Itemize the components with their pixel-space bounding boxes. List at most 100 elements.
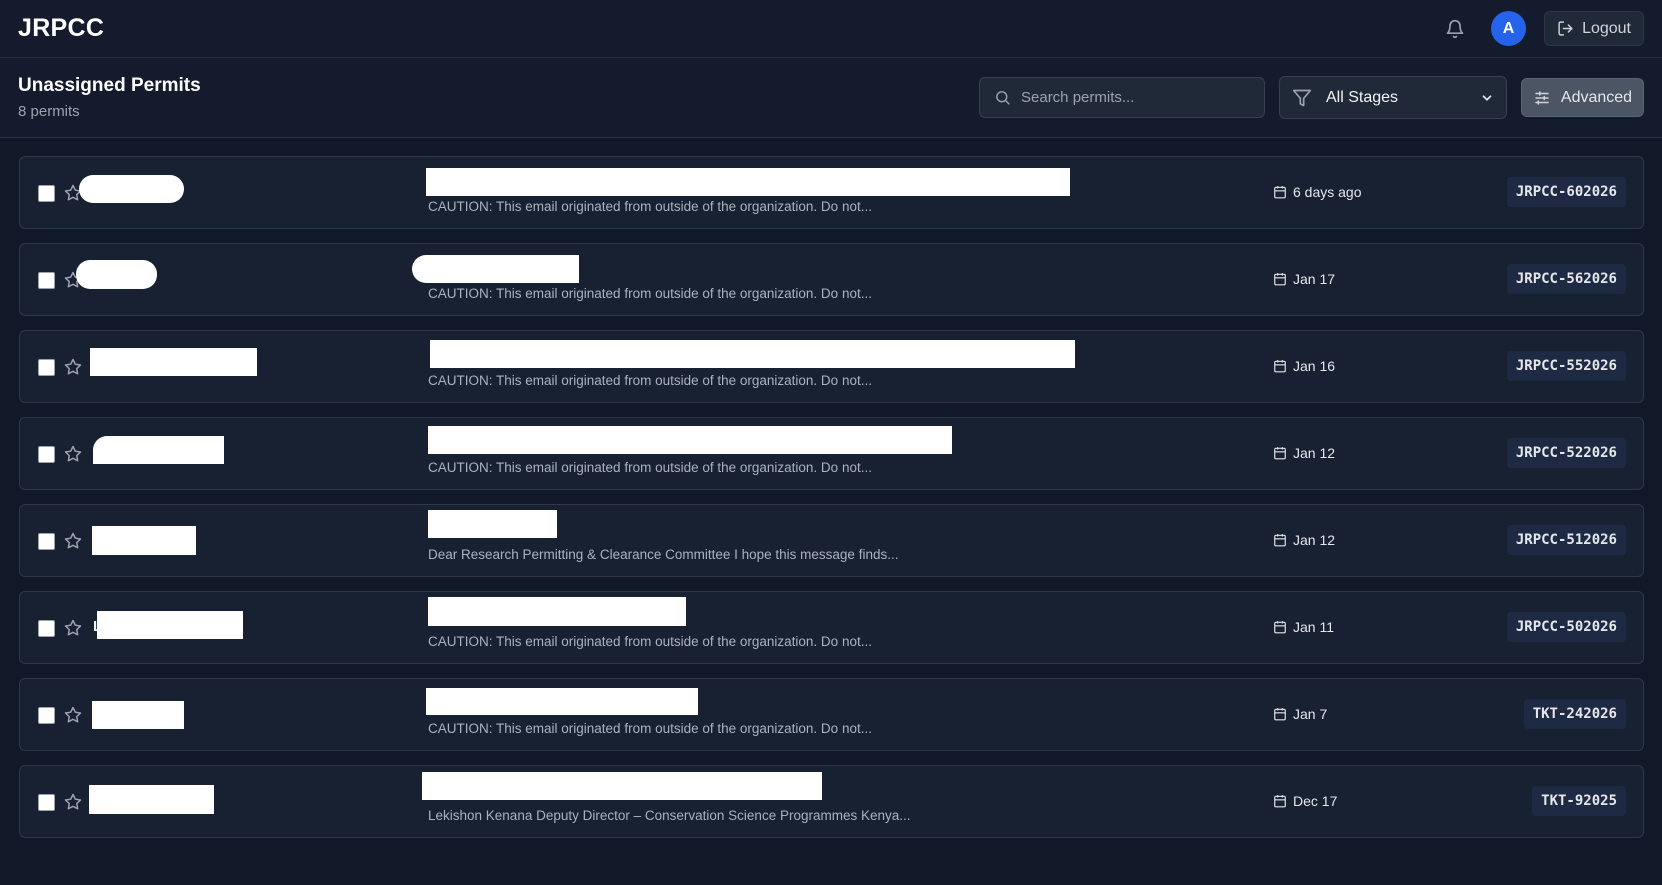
permit-date: Jan 7 bbox=[1273, 706, 1327, 722]
calendar-icon bbox=[1274, 621, 1286, 634]
redacted-sender bbox=[93, 436, 224, 464]
row-checkbox[interactable] bbox=[38, 185, 55, 202]
permit-date-label: Jan 12 bbox=[1293, 445, 1336, 461]
ticket-badge: JRPCC-602026 bbox=[1506, 177, 1626, 207]
ticket-badge: JRPCC-562026 bbox=[1506, 264, 1626, 294]
permit-date-label: 6 days ago bbox=[1293, 184, 1362, 200]
chevron-down-icon bbox=[1482, 94, 1492, 101]
permit-preview: CAUTION: This email originated from outs… bbox=[428, 721, 872, 736]
permit-date-label: Jan 16 bbox=[1293, 358, 1336, 374]
permit-date-label: Jan 17 bbox=[1293, 271, 1336, 287]
redacted-subject bbox=[412, 255, 579, 283]
permit-row[interactable]: Dear Research Permitting & Clearance Com… bbox=[19, 504, 1644, 577]
permit-preview: CAUTION: This email originated from outs… bbox=[428, 373, 872, 388]
redacted-subject bbox=[426, 688, 698, 715]
permit-row[interactable]: CAUTION: This email originated from outs… bbox=[19, 156, 1644, 229]
ticket-badge: JRPCC-512026 bbox=[1506, 525, 1626, 555]
ticket-badge: JRPCC-522026 bbox=[1506, 438, 1626, 468]
sliders-icon bbox=[1535, 90, 1549, 105]
ticket-badge: TKT-92025 bbox=[1532, 786, 1626, 816]
notifications-button[interactable] bbox=[1437, 11, 1473, 47]
top-bar-actions: A Logout bbox=[1437, 11, 1644, 47]
permit-date: Jan 12 bbox=[1273, 445, 1335, 461]
calendar-icon bbox=[1274, 186, 1286, 199]
redacted-sender bbox=[97, 611, 243, 639]
permit-row[interactable]: Lekishon Kenana Deputy Director – Conser… bbox=[19, 765, 1644, 838]
calendar-icon bbox=[1274, 708, 1286, 721]
row-checkbox[interactable] bbox=[38, 272, 55, 289]
calendar-icon bbox=[1274, 273, 1286, 286]
redacted-subject bbox=[428, 426, 952, 454]
star-icon[interactable] bbox=[64, 358, 82, 376]
row-checkbox[interactable] bbox=[38, 359, 55, 376]
redacted-subject bbox=[428, 510, 557, 538]
ticket-badge: JRPCC-502026 bbox=[1506, 612, 1626, 642]
star-icon[interactable] bbox=[64, 706, 82, 724]
calendar-icon bbox=[1274, 534, 1286, 547]
stage-select[interactable]: All Stages bbox=[1279, 76, 1507, 119]
permit-date: 6 days ago bbox=[1273, 184, 1362, 200]
permit-preview: CAUTION: This email originated from outs… bbox=[428, 460, 872, 475]
permit-date: Dec 17 bbox=[1273, 793, 1337, 809]
permit-row[interactable]: L CAUTION: This email originated from ou… bbox=[19, 591, 1644, 664]
logout-label: Logout bbox=[1582, 19, 1631, 37]
permit-date: Jan 11 bbox=[1273, 619, 1334, 635]
redacted-subject bbox=[422, 772, 822, 800]
row-checkbox[interactable] bbox=[38, 707, 55, 724]
page-heading: Unassigned Permits 8 permits bbox=[18, 75, 201, 120]
star-icon[interactable] bbox=[64, 445, 82, 463]
calendar-icon bbox=[1274, 447, 1286, 460]
permit-preview: CAUTION: This email originated from outs… bbox=[428, 286, 872, 301]
calendar-icon bbox=[1274, 360, 1286, 373]
row-checkbox[interactable] bbox=[38, 446, 55, 463]
permit-date-label: Jan 11 bbox=[1293, 619, 1334, 635]
redacted-subject bbox=[430, 340, 1075, 368]
permit-count: 8 permits bbox=[18, 103, 80, 120]
filter-controls: All Stages Advanced bbox=[979, 76, 1644, 119]
search-box[interactable] bbox=[979, 77, 1265, 118]
row-checkbox[interactable] bbox=[38, 620, 55, 637]
redacted-sender bbox=[90, 348, 257, 376]
brand-logo[interactable]: JRPCC bbox=[18, 14, 104, 43]
permit-list: CAUTION: This email originated from outs… bbox=[0, 138, 1662, 838]
page-header: Unassigned Permits 8 permits All Stages … bbox=[0, 58, 1662, 138]
permit-preview: CAUTION: This email originated from outs… bbox=[428, 634, 872, 649]
redacted-subject bbox=[428, 597, 686, 626]
star-icon[interactable] bbox=[64, 532, 82, 550]
ticket-badge: JRPCC-552026 bbox=[1506, 351, 1626, 381]
permit-preview: CAUTION: This email originated from outs… bbox=[428, 199, 872, 214]
permit-row[interactable]: CAUTION: This email originated from outs… bbox=[19, 330, 1644, 403]
redacted-sender bbox=[79, 175, 184, 203]
logout-icon bbox=[1558, 21, 1573, 36]
page-title: Unassigned Permits bbox=[18, 75, 201, 96]
permit-date: Jan 17 bbox=[1273, 271, 1335, 287]
star-icon[interactable] bbox=[64, 619, 82, 637]
bell-icon bbox=[1446, 19, 1464, 38]
redacted-sender bbox=[76, 260, 157, 289]
permit-preview: Dear Research Permitting & Clearance Com… bbox=[428, 547, 899, 562]
permit-date: Jan 12 bbox=[1273, 532, 1335, 548]
redacted-subject bbox=[426, 168, 1070, 196]
user-avatar[interactable]: A bbox=[1491, 11, 1527, 46]
permit-row[interactable]: A p CAUTION: This email originated from … bbox=[19, 417, 1644, 490]
star-icon[interactable] bbox=[64, 793, 82, 811]
search-input[interactable] bbox=[1021, 89, 1250, 106]
permit-row[interactable]: CAUTION: This email originated from outs… bbox=[19, 678, 1644, 751]
row-checkbox[interactable] bbox=[38, 533, 55, 550]
permit-row[interactable]: CAUTION: This email originated from outs… bbox=[19, 243, 1644, 316]
permit-date-label: Jan 12 bbox=[1293, 532, 1336, 548]
filter-icon bbox=[1292, 89, 1312, 106]
permit-date-label: Jan 7 bbox=[1293, 706, 1328, 722]
row-checkbox[interactable] bbox=[38, 794, 55, 811]
redacted-sender bbox=[92, 701, 184, 729]
permit-date: Jan 16 bbox=[1273, 358, 1335, 374]
stage-select-value: All Stages bbox=[1326, 88, 1399, 106]
search-icon bbox=[996, 91, 1010, 105]
advanced-filters-label: Advanced bbox=[1560, 88, 1633, 106]
logout-button[interactable]: Logout bbox=[1544, 11, 1644, 46]
top-bar: JRPCC A Logout bbox=[0, 0, 1662, 58]
advanced-filters-button[interactable]: Advanced bbox=[1521, 78, 1644, 117]
ticket-badge: TKT-242026 bbox=[1523, 699, 1626, 729]
calendar-icon bbox=[1274, 795, 1286, 808]
permit-date-label: Dec 17 bbox=[1293, 793, 1338, 809]
